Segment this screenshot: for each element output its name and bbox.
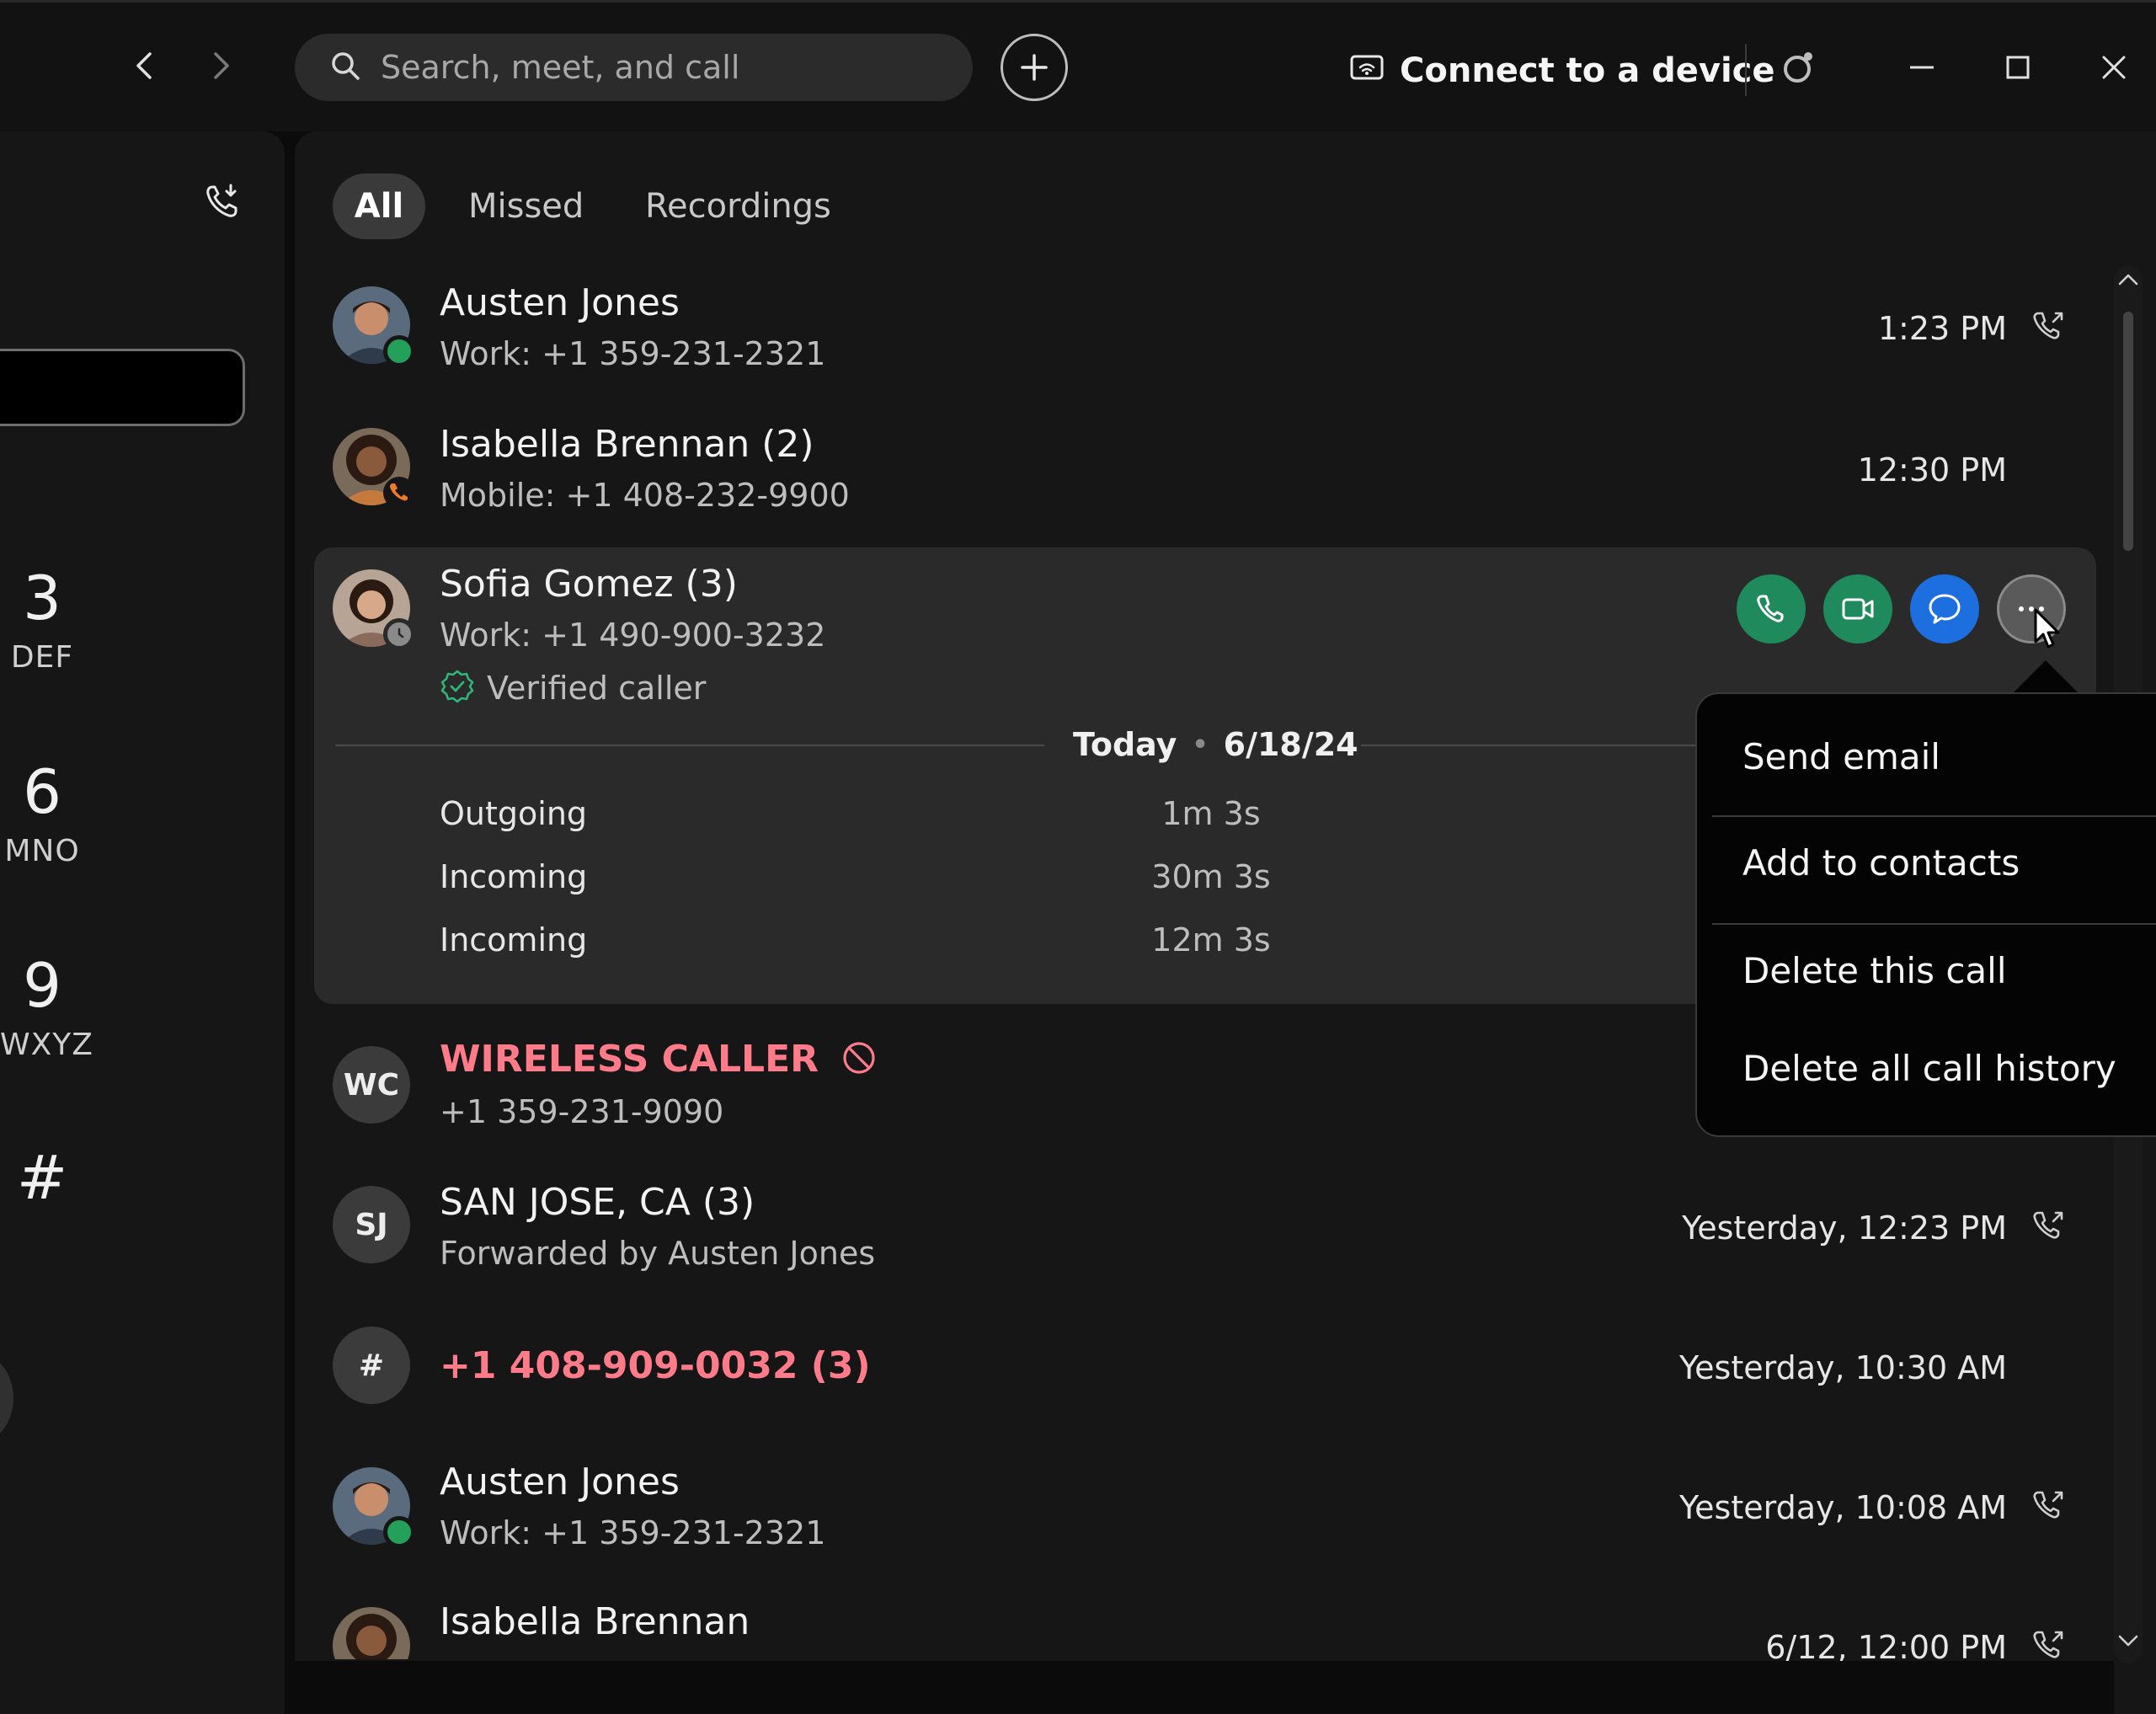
detail-date-header: Today • 6/18/24 — [1073, 726, 1358, 763]
dial-key-hash[interactable]: # — [0, 1147, 84, 1208]
verified-caller-badge: Verified caller — [440, 669, 706, 707]
audio-call-button[interactable] — [1737, 574, 1806, 643]
search-input[interactable]: Search, meet, and call — [295, 34, 973, 101]
mouse-cursor-icon — [2033, 608, 2062, 655]
scrollbar-thumb[interactable] — [2123, 312, 2133, 551]
detail-call-duration: 12m 3s — [1151, 921, 1271, 958]
call-row-austen-jones-yesterday[interactable] — [314, 1452, 2096, 1565]
avatar — [333, 569, 415, 650]
connect-device-button[interactable]: Connect to a device — [1349, 40, 1775, 101]
menu-delete-all-label: Delete all call history — [1742, 1048, 2116, 1089]
video-call-button[interactable] — [1823, 574, 1892, 643]
list-bottom-edge — [295, 1661, 2114, 1714]
menu-send-email-label: Send email — [1742, 736, 1940, 777]
call-row-san-jose[interactable] — [314, 1172, 2096, 1285]
scroll-down-icon[interactable] — [2117, 1632, 2139, 1653]
tab-all[interactable]: All — [333, 174, 425, 239]
status-ring-icon[interactable] — [1772, 40, 1826, 94]
chat-bubble-icon — [1929, 594, 1961, 624]
detail-call-duration: 30m 3s — [1151, 858, 1271, 895]
menu-delete-call-label: Delete this call — [1742, 950, 2007, 991]
connect-device-label: Connect to a device — [1400, 51, 1775, 90]
dial-key-9[interactable]: 9 WXYZ — [0, 955, 93, 1062]
dial-key-6[interactable]: 6 MNO — [0, 761, 84, 868]
scroll-up-icon[interactable] — [2117, 271, 2139, 291]
titlebar-divider — [1745, 44, 1747, 96]
detail-call-type: Incoming — [440, 858, 588, 895]
close-icon[interactable] — [2087, 40, 2141, 94]
call-row-wireless-caller[interactable] — [314, 1031, 1687, 1144]
menu-add-contacts-label: Add to contacts — [1742, 842, 2020, 884]
phone-icon — [1757, 595, 1784, 622]
chat-button[interactable] — [1910, 574, 1979, 643]
search-icon — [328, 49, 362, 86]
forward-arrow-icon[interactable] — [195, 40, 246, 91]
call-name: Sofia Gomez (3) — [440, 563, 738, 606]
detail-divider-right — [1361, 745, 1698, 746]
dial-number-input[interactable] — [0, 349, 245, 426]
maximize-icon[interactable] — [1991, 40, 2045, 94]
search-placeholder: Search, meet, and call — [381, 49, 740, 86]
call-number: Work: +1 490-900-3232 — [440, 617, 826, 654]
call-row-isabella-brennan-older[interactable] — [314, 1592, 2096, 1659]
detail-call-duration: 1m 3s — [1161, 795, 1261, 832]
verified-check-icon — [440, 669, 475, 707]
detail-divider-left — [335, 745, 1044, 746]
menu-caret — [2012, 660, 2079, 694]
presence-away-clock-icon — [383, 618, 415, 650]
call-row-isabella-brennan[interactable] — [314, 411, 2096, 524]
detail-call-type: Outgoing — [440, 795, 588, 832]
call-row-austen-jones[interactable] — [314, 270, 2096, 382]
dial-key-3[interactable]: 3 DEF — [0, 568, 84, 675]
plus-icon — [1021, 54, 1048, 81]
minimize-icon[interactable] — [1895, 40, 1949, 94]
menu-separator — [1712, 923, 2156, 925]
menu-separator — [1712, 815, 2156, 817]
tab-missed[interactable]: Missed — [468, 174, 584, 239]
call-settings-icon[interactable] — [199, 179, 246, 226]
call-row-missed-number[interactable] — [314, 1312, 2096, 1425]
video-camera-icon — [1842, 598, 1874, 620]
tab-recordings[interactable]: Recordings — [645, 174, 831, 239]
back-arrow-icon[interactable] — [120, 40, 170, 91]
detail-call-type: Incoming — [440, 921, 588, 958]
device-icon — [1349, 54, 1385, 88]
new-plus-button[interactable] — [1001, 34, 1068, 101]
